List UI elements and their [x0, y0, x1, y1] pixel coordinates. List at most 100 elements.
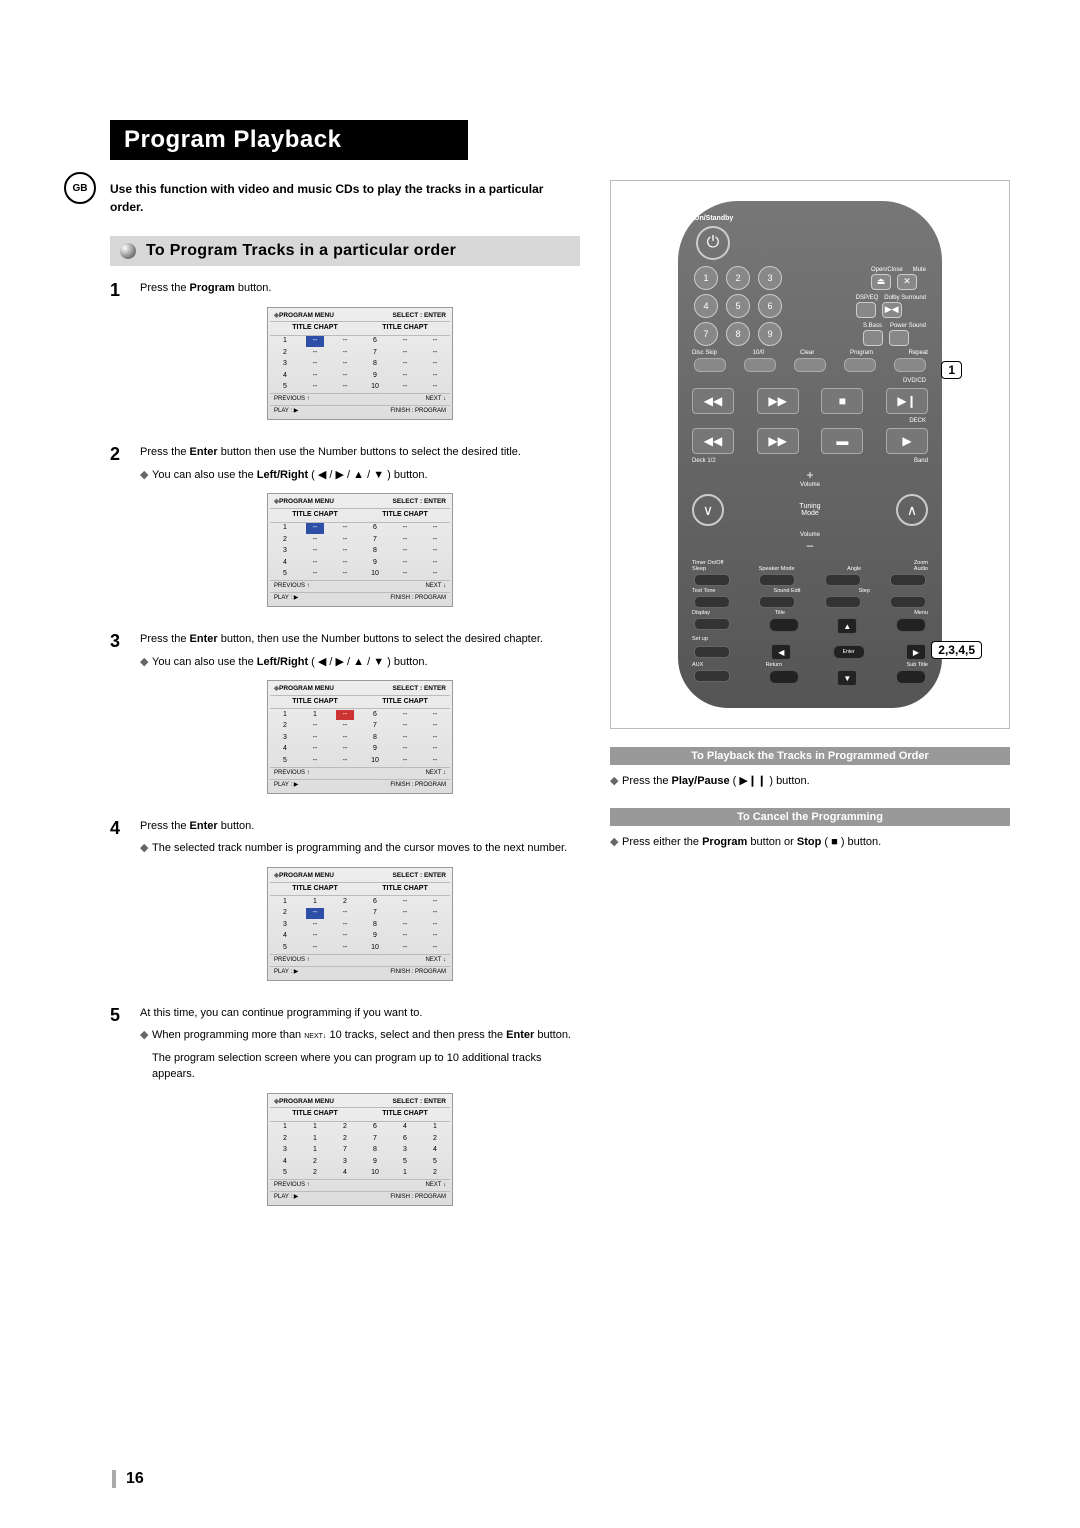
text: Left/Right: [257, 656, 308, 668]
label: Band: [914, 458, 928, 464]
text: 10 tracks, select and then press the: [326, 1029, 506, 1041]
label: Tuning: [799, 503, 820, 510]
text: ◆Press the Play/Pause ( ▶❙❙ ) button.: [610, 773, 1010, 790]
nav-up: ▲: [837, 618, 857, 634]
label: Mode: [801, 510, 819, 517]
vol-minus: –: [690, 538, 930, 552]
left-column: Use this function with video and music C…: [110, 180, 580, 1230]
label: Repeat: [909, 350, 928, 356]
text: button.: [235, 282, 272, 294]
label: Angle: [847, 566, 861, 572]
page-title: Program Playback: [110, 120, 468, 160]
text: The selected track number is programming…: [152, 842, 567, 854]
step-number: 3: [110, 631, 128, 804]
test-button: [694, 596, 730, 608]
diamond-icon: ◆: [140, 654, 148, 671]
setup-button: [694, 646, 730, 658]
sub-heading-1: To Playback the Tracks in Programmed Ord…: [610, 747, 1010, 765]
text: button or: [747, 836, 797, 848]
text: Enter: [190, 446, 218, 458]
callout-1: 1: [941, 361, 962, 379]
label: Deck 1/2: [692, 458, 716, 464]
text: At this time, you can continue programmi…: [140, 1007, 422, 1019]
num-2: 2: [726, 266, 750, 290]
text: Left/Right: [257, 469, 308, 481]
subtitle-button: [896, 670, 926, 684]
label: Set up: [692, 636, 708, 642]
nav-right: ▶: [906, 644, 926, 660]
label: S.Bass: [863, 323, 882, 329]
region-badge: GB: [64, 172, 96, 204]
text: Program: [190, 282, 235, 294]
text: ( ◀ / ▶ / ▲ / ▼ ) button.: [308, 469, 427, 481]
label: Open/Close: [871, 267, 903, 273]
diamond-icon: ◆: [610, 834, 618, 851]
stop-button: ■: [821, 388, 863, 414]
intro-text: Use this function with video and music C…: [110, 180, 580, 216]
step-number: 4: [110, 818, 128, 991]
dsp-button: [856, 302, 876, 318]
text: Program: [702, 836, 747, 848]
program-menu-4: ◆PROGRAM MENUSELECT : ENTERTITLE CHAPTTI…: [267, 867, 453, 981]
num-8: 8: [726, 322, 750, 346]
eject-button: ⏏: [871, 274, 891, 290]
program-menu-5: ◆PROGRAM MENUSELECT : ENTERTITLE CHAPTTI…: [267, 1093, 453, 1207]
text: The program selection screen where you c…: [152, 1050, 580, 1083]
program-menu-1: ◆PROGRAM MENUSELECT : ENTERTITLE CHAPTTI…: [267, 307, 453, 421]
label: Dolby Surround: [884, 295, 926, 301]
label: DECK: [694, 418, 926, 424]
text: Press either the: [622, 836, 702, 848]
section-title: To Program Tracks in a particular order: [146, 242, 456, 260]
label: Audio: [914, 566, 928, 572]
angle-button: [825, 574, 861, 586]
label: Program: [850, 350, 873, 356]
label: Mute: [913, 267, 926, 273]
vol-plus: +: [690, 468, 930, 482]
remote-illustration: 1 2,3,4,5 On/Standby ⏻ 1 2 3 Open/CloseM…: [610, 180, 1010, 729]
num-4: 4: [694, 294, 718, 318]
label: Speaker Mode: [759, 566, 795, 572]
power-sound-button: [889, 330, 909, 346]
text: Press the: [140, 633, 190, 645]
label: Volume: [690, 482, 930, 488]
text: Press the: [140, 282, 190, 294]
deck-ff-button: ▶▶: [757, 428, 799, 454]
disc-skip-button: [694, 358, 726, 372]
display-button: [694, 618, 730, 630]
text: button.: [218, 820, 255, 832]
step-1: 1 Press the Program button. ◆PROGRAM MEN…: [110, 280, 580, 430]
step-number: 1: [110, 280, 128, 430]
step-number: 2: [110, 444, 128, 617]
menu-button: [896, 618, 926, 632]
ff-button: ▶▶: [757, 388, 799, 414]
num-7: 7: [694, 322, 718, 346]
deck-play-button: ▶: [886, 428, 928, 454]
text: button, then use the Number buttons to s…: [218, 633, 543, 645]
mute-button: ✕: [897, 274, 917, 290]
num-3: 3: [758, 266, 782, 290]
right-column: 1 2,3,4,5 On/Standby ⏻ 1 2 3 Open/CloseM…: [610, 180, 1010, 1230]
deck-stop-button: ▬: [821, 428, 863, 454]
step-button: [825, 596, 861, 608]
program-menu-3: ◆PROGRAM MENUSELECT : ENTERTITLE CHAPTTI…: [267, 680, 453, 794]
num-5: 5: [726, 294, 750, 318]
text: Press the: [140, 446, 190, 458]
label: Sub Title: [907, 662, 928, 668]
step-5: 5 At this time, you can continue program…: [110, 1005, 580, 1217]
label: DVD/CD: [694, 378, 926, 384]
clear-button: [794, 358, 826, 372]
callout-2: 2,3,4,5: [931, 641, 982, 659]
up-button: ∧: [896, 494, 928, 526]
sub-heading-2: To Cancel the Programming: [610, 808, 1010, 826]
sbass-button: [863, 330, 883, 346]
label: Sleep: [692, 566, 706, 572]
manual-page: GB Program Playback Use this function wi…: [0, 0, 1080, 1528]
nav-down: ▼: [837, 670, 857, 686]
text: button.: [534, 1029, 571, 1041]
num-6: 6: [758, 294, 782, 318]
bullet-icon: [120, 243, 136, 259]
step-4: 4 Press the Enter button. ◆The selected …: [110, 818, 580, 991]
ten-button: [744, 358, 776, 372]
label: Menu: [914, 610, 928, 616]
diamond-icon: ◆: [140, 840, 148, 857]
